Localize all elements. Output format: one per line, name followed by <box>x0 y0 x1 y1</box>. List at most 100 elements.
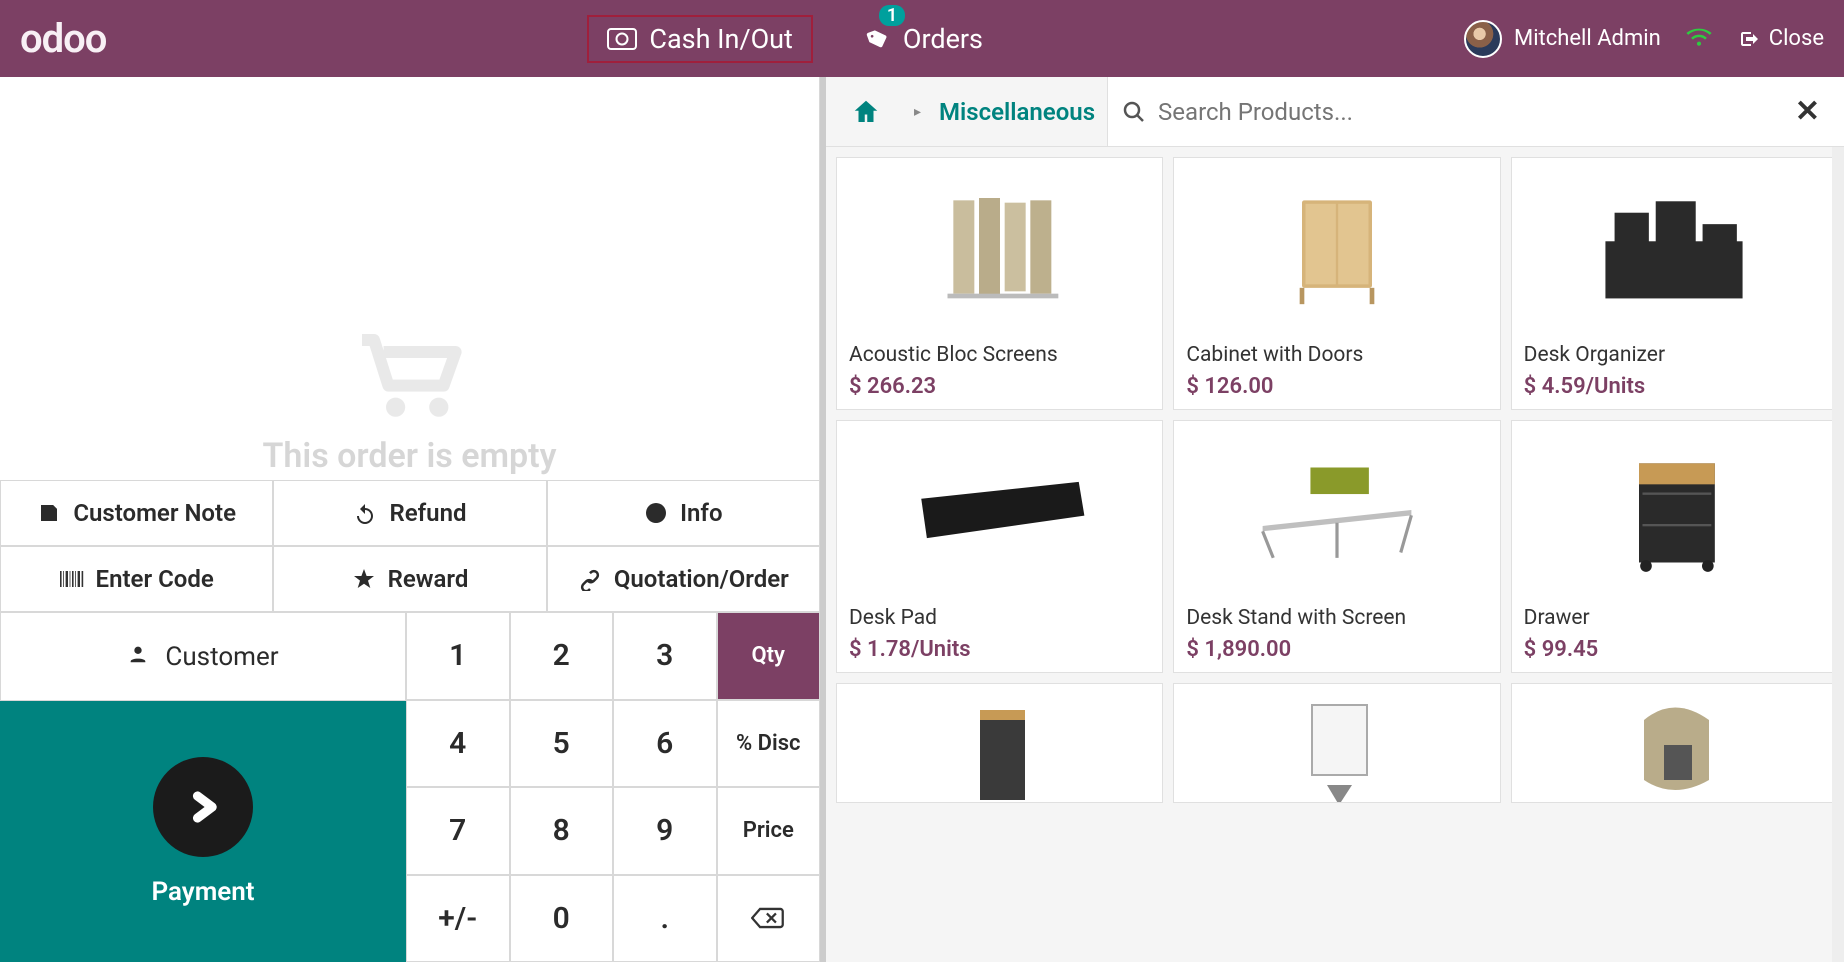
product-card[interactable] <box>1511 683 1838 803</box>
product-scrollbar[interactable] <box>1832 147 1844 962</box>
product-price: $ 1.78/Units <box>837 631 1162 672</box>
product-card[interactable]: Drawer $ 99.45 <box>1511 420 1838 673</box>
person-icon <box>127 642 149 672</box>
product-card[interactable] <box>1173 683 1500 803</box>
close-label: Close <box>1769 26 1824 51</box>
key-7[interactable]: 7 <box>406 787 510 875</box>
breadcrumb-separator: ▸ <box>914 104 921 120</box>
key-8[interactable]: 8 <box>510 787 614 875</box>
cash-icon <box>607 28 637 50</box>
product-card[interactable]: Acoustic Bloc Screens $ 266.23 <box>836 157 1163 410</box>
product-name: Desk Pad <box>837 600 1162 631</box>
key-qty[interactable]: Qty <box>717 612 821 700</box>
info-label: Info <box>680 499 722 527</box>
enter-code-label: Enter Code <box>96 565 214 593</box>
avatar <box>1464 20 1502 58</box>
note-icon <box>37 501 61 525</box>
wifi-icon <box>1685 26 1713 52</box>
user-menu[interactable]: Mitchell Admin <box>1464 20 1661 58</box>
close-button[interactable]: Close <box>1737 26 1824 51</box>
product-card[interactable] <box>836 683 1163 803</box>
key-6[interactable]: 6 <box>613 700 717 788</box>
key-2[interactable]: 2 <box>510 612 614 700</box>
backspace-icon <box>751 906 785 930</box>
product-image <box>1180 164 1493 331</box>
product-image <box>843 427 1156 594</box>
refund-label: Refund <box>389 499 466 527</box>
undo-icon <box>353 501 377 525</box>
main-split: This order is empty Customer Note Refund… <box>0 77 1844 962</box>
product-price: $ 126.00 <box>1174 368 1499 409</box>
reward-button[interactable]: Reward <box>273 546 546 612</box>
product-image <box>1180 427 1493 594</box>
product-price: $ 266.23 <box>837 368 1162 409</box>
customer-note-label: Customer Note <box>73 499 236 527</box>
home-icon <box>849 97 883 127</box>
customer-button[interactable]: Customer <box>0 612 406 701</box>
barcode-icon <box>60 567 84 591</box>
home-button[interactable] <box>836 97 896 127</box>
enter-code-button[interactable]: Enter Code <box>0 546 273 612</box>
cash-in-out-button[interactable]: Cash In/Out <box>587 15 812 63</box>
product-card[interactable]: Desk Organizer $ 4.59/Units <box>1511 157 1838 410</box>
product-name: Cabinet with Doors <box>1174 337 1499 368</box>
product-topbar: ▸ Miscellaneous ✕ <box>826 77 1844 147</box>
bottom-row: Customer Payment 1 2 3 Qty 4 5 6 % Disc … <box>0 612 820 962</box>
product-card[interactable]: Desk Stand with Screen $ 1,890.00 <box>1173 420 1500 673</box>
key-0[interactable]: 0 <box>510 875 614 962</box>
product-name: Desk Stand with Screen <box>1174 600 1499 631</box>
product-card[interactable]: Desk Pad $ 1.78/Units <box>836 420 1163 673</box>
key-9[interactable]: 9 <box>613 787 717 875</box>
key-3[interactable]: 3 <box>613 612 717 700</box>
user-name: Mitchell Admin <box>1514 26 1661 51</box>
search-wrap: ✕ <box>1107 77 1844 146</box>
product-price: $ 1,890.00 <box>1174 631 1499 672</box>
product-price: $ 4.59/Units <box>1512 368 1837 409</box>
customer-column: Customer Payment <box>0 612 406 962</box>
header-right: Mitchell Admin Close <box>1464 20 1824 58</box>
key-disc[interactable]: % Disc <box>717 700 821 788</box>
info-button[interactable]: Info <box>547 480 820 546</box>
order-pane: This order is empty Customer Note Refund… <box>0 77 826 962</box>
quotation-order-button[interactable]: Quotation/Order <box>547 546 820 612</box>
order-scrollbar[interactable] <box>805 77 819 480</box>
keypad: 1 2 3 Qty 4 5 6 % Disc 7 8 9 Price +/- 0… <box>406 612 820 962</box>
header-center: Cash In/Out 1 Orders <box>106 15 1464 63</box>
product-image <box>1180 690 1493 803</box>
product-pane: ▸ Miscellaneous ✕ Acoustic Bloc Screens … <box>826 77 1844 962</box>
key-backspace[interactable] <box>717 875 821 962</box>
product-grid: Acoustic Bloc Screens $ 266.23 Cabinet w… <box>836 157 1838 803</box>
refund-button[interactable]: Refund <box>273 480 546 546</box>
orders-button[interactable]: 1 Orders <box>863 15 983 63</box>
product-card[interactable]: Cabinet with Doors $ 126.00 <box>1173 157 1500 410</box>
category-link[interactable]: Miscellaneous <box>939 98 1095 126</box>
product-scroll: Acoustic Bloc Screens $ 266.23 Cabinet w… <box>826 147 1844 962</box>
customer-note-button[interactable]: Customer Note <box>0 480 273 546</box>
orders-label: Orders <box>903 23 983 55</box>
product-image <box>1518 164 1831 331</box>
clear-search-button[interactable]: ✕ <box>1785 94 1830 129</box>
link-icon <box>578 567 602 591</box>
product-name: Desk Organizer <box>1512 337 1837 368</box>
star-icon <box>352 567 376 591</box>
customer-label: Customer <box>165 642 278 672</box>
info-icon <box>644 501 668 525</box>
tag-icon <box>860 23 896 54</box>
order-empty-area: This order is empty <box>0 77 820 480</box>
pos-header: odoo Cash In/Out 1 Orders Mitchell Admin… <box>0 0 1844 77</box>
search-input[interactable] <box>1158 98 1785 126</box>
product-name: Drawer <box>1512 600 1837 631</box>
key-price[interactable]: Price <box>717 787 821 875</box>
quotation-order-label: Quotation/Order <box>614 565 789 593</box>
key-4[interactable]: 4 <box>406 700 510 788</box>
payment-button[interactable]: Payment <box>0 701 406 962</box>
key-5[interactable]: 5 <box>510 700 614 788</box>
action-grid: Customer Note Refund Info Enter Code Rew… <box>0 480 820 612</box>
key-dot[interactable]: . <box>613 875 717 962</box>
payment-arrow-icon <box>153 757 253 857</box>
key-1[interactable]: 1 <box>406 612 510 700</box>
logout-icon <box>1737 27 1761 51</box>
product-image <box>843 690 1156 803</box>
key-plusminus[interactable]: +/- <box>406 875 510 962</box>
reward-label: Reward <box>388 565 469 593</box>
